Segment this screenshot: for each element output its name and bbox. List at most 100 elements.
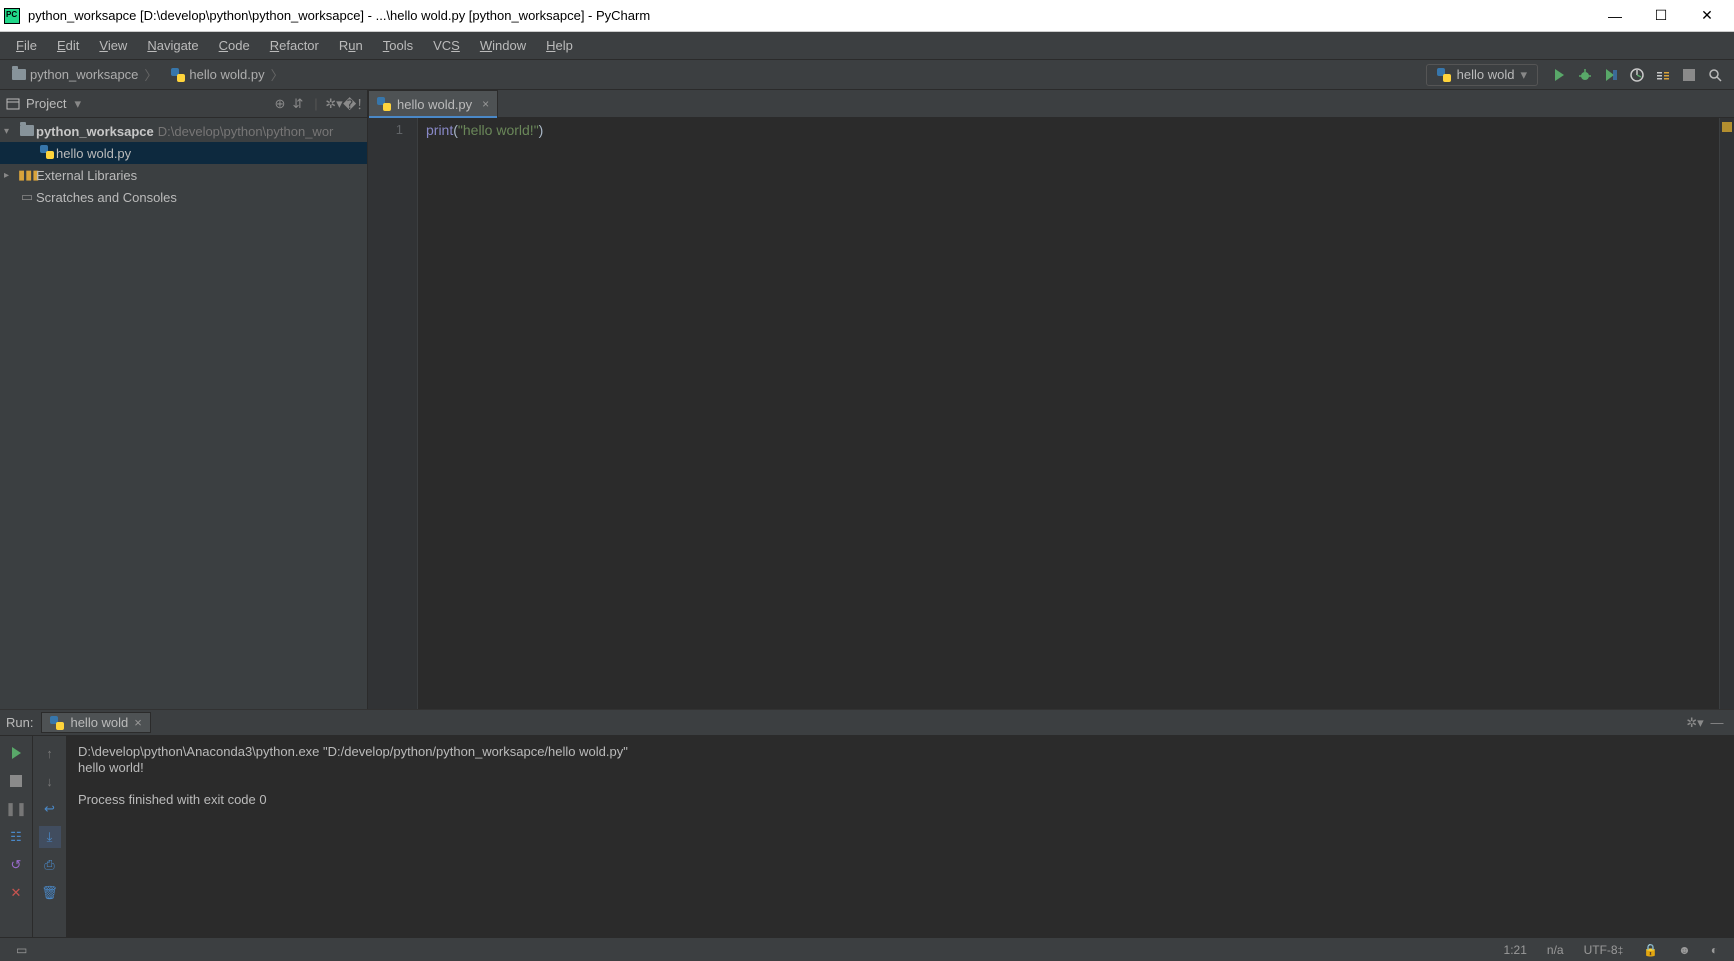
stop-button[interactable]: [5, 770, 27, 792]
folder-icon: [12, 69, 26, 80]
locate-icon[interactable]: ⊕: [271, 96, 289, 112]
maximize-button[interactable]: ☐: [1638, 0, 1684, 32]
run-button[interactable]: [1548, 64, 1570, 86]
file-encoding[interactable]: UTF-8‡: [1584, 943, 1624, 957]
scroll-to-end-button[interactable]: ⤓: [39, 826, 61, 848]
menu-code[interactable]: Code: [209, 34, 260, 57]
hide-icon[interactable]: —: [1706, 712, 1728, 734]
project-tree[interactable]: ▾ python_worksapce D:\develop\python\pyt…: [0, 118, 367, 709]
breadcrumb-file[interactable]: hello wold.py 〉: [165, 63, 291, 86]
memory-indicator-icon[interactable]: ◐: [1711, 943, 1718, 957]
menu-window[interactable]: Window: [470, 34, 536, 57]
library-icon: ▮▮▮: [18, 167, 36, 183]
project-file-label: hello wold.py: [56, 146, 131, 161]
hide-icon[interactable]: �！: [343, 94, 361, 113]
search-everywhere-button[interactable]: [1704, 64, 1726, 86]
expand-all-icon[interactable]: ⇵: [289, 96, 307, 112]
stop-icon: [1683, 69, 1695, 81]
external-libraries-label: External Libraries: [36, 168, 137, 183]
editor-code[interactable]: print("hello world!"): [418, 118, 1720, 709]
os-titlebar: python_worksapce [D:\develop\python\pyth…: [0, 0, 1734, 32]
warning-indicator-icon[interactable]: [1722, 122, 1732, 132]
run-header: Run: hello wold × ✲▾ —: [0, 710, 1734, 736]
editor-tab-label: hello wold.py: [397, 97, 472, 112]
chevron-down-icon: ▾: [74, 96, 81, 112]
soft-wrap-button[interactable]: ↩: [39, 798, 61, 820]
menu-view[interactable]: View: [89, 34, 137, 57]
inspections-icon[interactable]: ☻: [1678, 943, 1691, 957]
minimize-button[interactable]: —: [1592, 0, 1638, 32]
project-root-label: python_worksapce: [36, 124, 154, 139]
dump-threads-button[interactable]: ☷: [5, 826, 27, 848]
stop-icon: [10, 775, 22, 787]
clear-all-button[interactable]: 🗑: [39, 882, 61, 904]
status-bar: ▭ 1:21 n/a UTF-8‡ 🔒 ☻ ◐: [0, 937, 1734, 961]
close-tab-icon[interactable]: ×: [134, 715, 142, 730]
run-configuration-selector[interactable]: hello wold ▾: [1426, 64, 1538, 86]
expand-arrow-icon: ▸: [4, 170, 18, 181]
menu-bar: File Edit View Navigate Code Refactor Ru…: [0, 32, 1734, 60]
menu-tools[interactable]: Tools: [373, 34, 423, 57]
close-run-button[interactable]: ✕: [5, 882, 27, 904]
up-button[interactable]: ↑: [39, 742, 61, 764]
attach-process-button[interactable]: [1652, 64, 1674, 86]
run-tool-window: Run: hello wold × ✲▾ — ❚❚ ☷ ↺ ✕ ↑ ↓ ↩ ⤓ …: [0, 709, 1734, 937]
menu-help[interactable]: Help: [536, 34, 583, 57]
menu-navigate[interactable]: Navigate: [137, 34, 208, 57]
tool-windows-icon[interactable]: ▭: [16, 943, 27, 957]
editor-tab[interactable]: hello wold.py ×: [368, 90, 498, 117]
lock-icon[interactable]: 🔒: [1643, 943, 1658, 957]
window-controls: — ☐ ✕: [1592, 0, 1730, 32]
restore-layout-button[interactable]: ↺: [5, 854, 27, 876]
caret-position[interactable]: 1:21: [1504, 943, 1527, 957]
project-root-path: D:\develop\python\python_wor: [158, 124, 334, 139]
chevron-right-icon: 〉: [144, 65, 157, 84]
menu-refactor[interactable]: Refactor: [260, 34, 329, 57]
stop-button[interactable]: [1678, 64, 1700, 86]
project-tool-window: Project ▾ ⊕ ⇵ | ✲▾ �！ ▾ python_worksapce…: [0, 90, 368, 709]
menu-vcs[interactable]: VCS: [423, 34, 470, 57]
profile-button[interactable]: [1626, 64, 1648, 86]
breadcrumb-root-label: python_worksapce: [30, 67, 138, 82]
close-button[interactable]: ✕: [1684, 0, 1730, 32]
rerun-button[interactable]: [5, 742, 27, 764]
divider: |: [307, 96, 325, 111]
editor-right-gutter: [1720, 118, 1734, 709]
line-separator[interactable]: n/a: [1547, 943, 1564, 957]
expand-arrow-icon: ▾: [4, 126, 18, 137]
scratches-node[interactable]: ▭ Scratches and Consoles: [0, 186, 367, 208]
external-libraries-node[interactable]: ▸ ▮▮▮ External Libraries: [0, 164, 367, 186]
menu-file[interactable]: File: [6, 34, 47, 57]
python-file-icon: [40, 145, 54, 159]
gear-icon[interactable]: ✲▾: [325, 96, 343, 112]
console-line: D:\develop\python\Anaconda3\python.exe "…: [78, 744, 628, 759]
breadcrumb-root[interactable]: python_worksapce 〉: [6, 63, 165, 86]
project-root-node[interactable]: ▾ python_worksapce D:\develop\python\pyt…: [0, 120, 367, 142]
python-file-icon: [171, 68, 185, 82]
project-header-title[interactable]: Project ▾: [6, 96, 81, 112]
breadcrumb-file-label: hello wold.py: [189, 67, 264, 82]
menu-edit[interactable]: Edit: [47, 34, 89, 57]
close-tab-icon[interactable]: ×: [482, 97, 489, 111]
python-icon: [1437, 68, 1451, 82]
print-button[interactable]: ⎙: [39, 854, 61, 876]
scratches-icon: ▭: [18, 189, 36, 205]
down-button[interactable]: ↓: [39, 770, 61, 792]
editor-tab-bar: hello wold.py ×: [368, 90, 1734, 118]
run-with-coverage-button[interactable]: [1600, 64, 1622, 86]
code-paren-close: ): [539, 122, 544, 138]
menu-run[interactable]: Run: [329, 34, 373, 57]
project-file-node[interactable]: hello wold.py: [0, 142, 367, 164]
editor-body[interactable]: 1 print("hello world!"): [368, 118, 1734, 709]
pause-button[interactable]: ❚❚: [5, 798, 27, 820]
run-console[interactable]: D:\develop\python\Anaconda3\python.exe "…: [66, 736, 1734, 937]
run-tab[interactable]: hello wold ×: [41, 712, 150, 733]
run-left-toolbar: ❚❚ ☷ ↺ ✕: [0, 736, 32, 937]
run-header-label: Run:: [6, 715, 33, 730]
chevron-right-icon: 〉: [271, 65, 284, 84]
pycharm-app-icon: [4, 8, 20, 24]
code-string: "hello world!": [458, 122, 539, 138]
debug-button[interactable]: [1574, 64, 1596, 86]
gear-icon[interactable]: ✲▾: [1684, 712, 1706, 734]
run-config-label: hello wold: [1457, 67, 1515, 82]
